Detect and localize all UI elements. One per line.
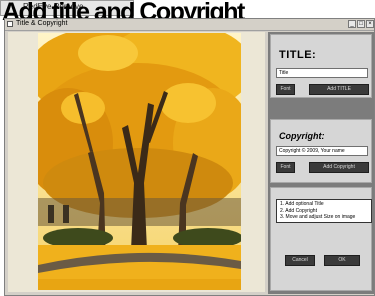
dialog-title: Title & Copyright: [16, 20, 68, 27]
preview-image[interactable]: [38, 33, 241, 290]
title-heading: TITLE:: [279, 49, 317, 61]
ok-button[interactable]: OK: [324, 255, 360, 266]
copyright-heading: Copyright:: [279, 131, 325, 141]
add-copyright-button[interactable]: Add Copyright: [309, 162, 369, 173]
title-font-button[interactable]: Font: [276, 84, 295, 95]
copyright-font-button[interactable]: Font: [276, 162, 295, 173]
dialog-titlebar[interactable]: Title & Copyright _ □ ×: [5, 19, 374, 31]
close-button[interactable]: ×: [366, 20, 374, 28]
title-copyright-dialog: Title & Copyright _ □ × TITLE: Title Fon…: [4, 18, 375, 296]
title-input[interactable]: Title: [276, 68, 368, 78]
title-section: TITLE: Title Font Add TITLE: [270, 34, 372, 98]
copyright-section: Copyright: Copyright © 2009, Your name F…: [270, 119, 372, 183]
maximize-button[interactable]: □: [357, 20, 365, 28]
settings-panel: TITLE: Title Font Add TITLE Copyright: C…: [268, 32, 374, 294]
instructions-box: 1. Add optional Title 2. Add Copyright 3…: [276, 199, 372, 223]
instruction-line: 3. Move and adjust Size on image: [280, 214, 356, 220]
cancel-button[interactable]: Cancel: [285, 255, 315, 266]
instructions-section: 1. Add optional Title 2. Add Copyright 3…: [270, 187, 372, 291]
copyright-input[interactable]: Copyright © 2009, Your name: [276, 146, 368, 156]
window-icon: [7, 21, 13, 27]
image-canvas[interactable]: [8, 32, 265, 292]
add-title-button[interactable]: Add TITLE: [309, 84, 369, 95]
autumn-tree-photo: [38, 33, 241, 290]
minimize-button[interactable]: _: [348, 20, 356, 28]
